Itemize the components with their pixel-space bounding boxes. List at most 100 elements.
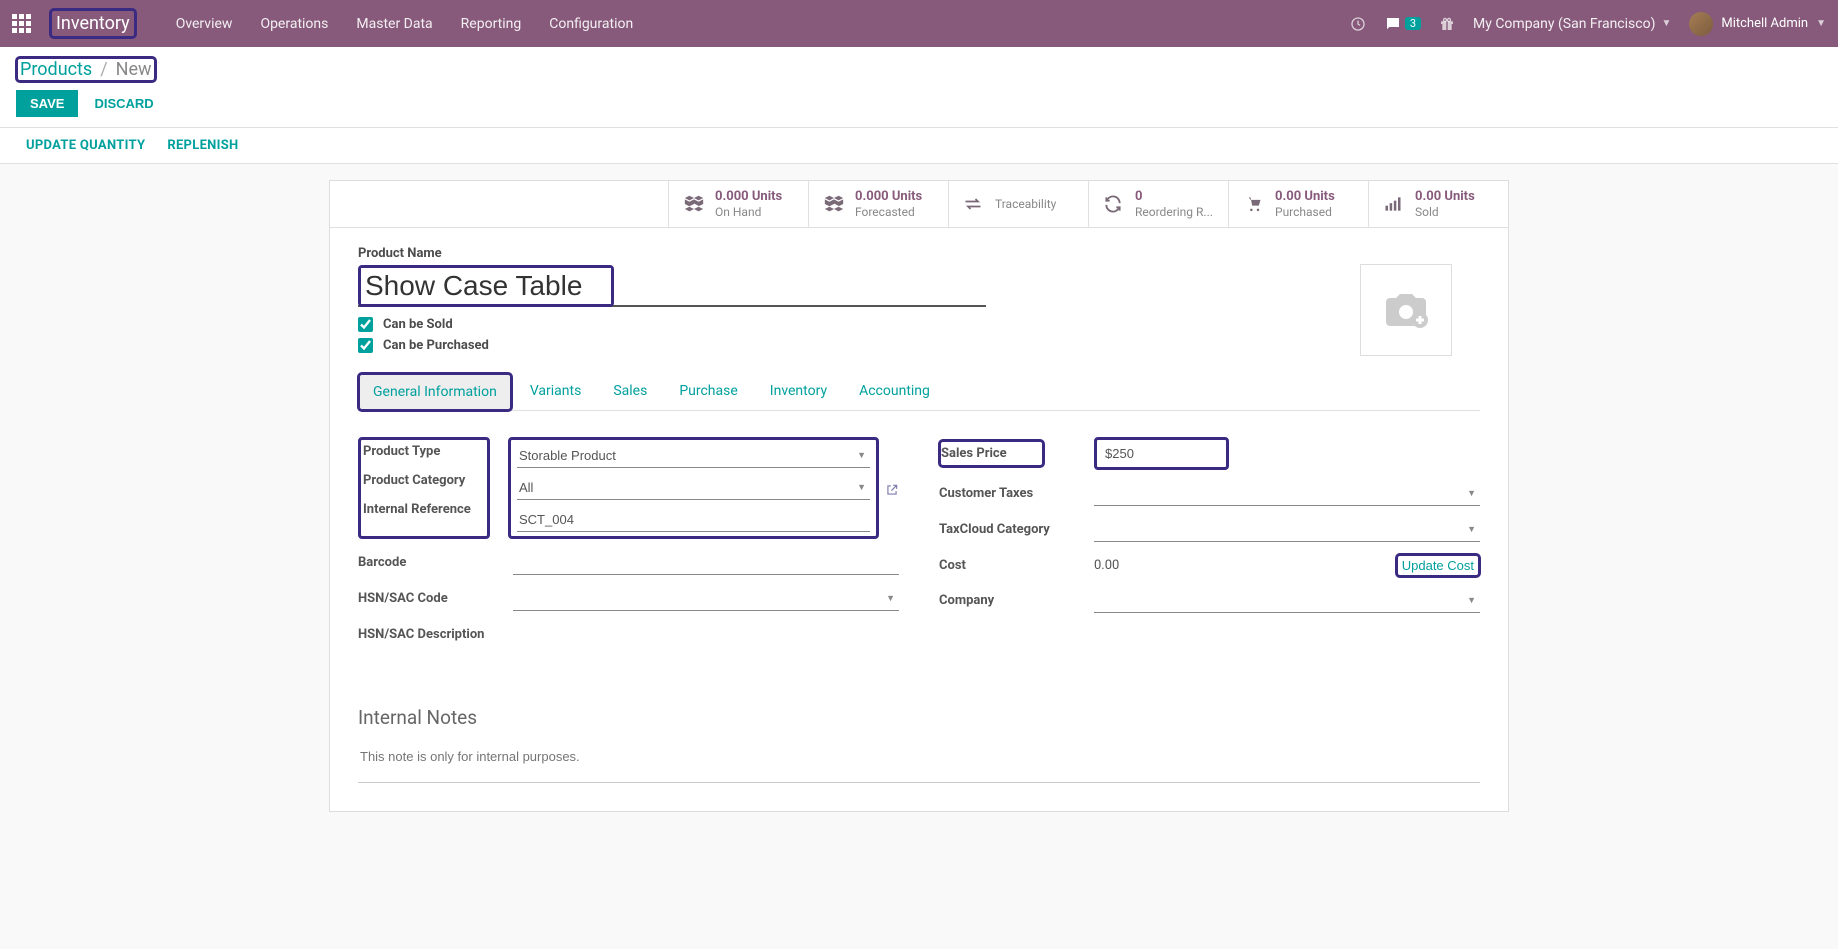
taxcloud-row: TaxCloud Category ▼: [939, 518, 1480, 542]
subaction-bar: UPDATE QUANTITY REPLENISH: [0, 127, 1838, 164]
can-be-purchased-label: Can be Purchased: [383, 338, 489, 353]
cost-label: Cost: [939, 558, 1094, 573]
chevron-down-icon: ▼: [1463, 595, 1480, 606]
breadcrumb-bar: Products / New SAVE DISCARD: [0, 47, 1838, 127]
hsn-code-select[interactable]: ▼: [513, 587, 899, 611]
hsn-desc-row: HSN/SAC Description: [358, 623, 899, 646]
product-type-label: Product Type: [363, 444, 485, 459]
can-be-sold-checkbox[interactable]: [358, 317, 373, 332]
clock-icon[interactable]: [1350, 16, 1366, 32]
taxcloud-select[interactable]: ▼: [1094, 518, 1480, 542]
product-name-input[interactable]: [361, 268, 611, 304]
cubes-icon: [683, 193, 705, 215]
bars-icon: [1383, 194, 1405, 214]
stat-traceability[interactable]: Traceability: [948, 181, 1088, 227]
stat-on-hand[interactable]: 0.000 UnitsOn Hand: [668, 181, 808, 227]
chevron-down-icon: ▼: [882, 593, 899, 604]
barcode-label: Barcode: [358, 555, 513, 570]
barcode-input[interactable]: [513, 551, 899, 575]
form-col-left: Product Type Product Category Internal R…: [358, 437, 899, 658]
nav-master-data[interactable]: Master Data: [356, 16, 432, 32]
topbar-right: 3 My Company (San Francisco)▼ Mitchell A…: [1350, 12, 1826, 36]
stat-buttons: 0.000 UnitsOn Hand 0.000 UnitsForecasted…: [330, 181, 1508, 228]
update-quantity-button[interactable]: UPDATE QUANTITY: [26, 138, 145, 153]
action-buttons: SAVE DISCARD: [16, 90, 1822, 127]
internal-notes-input[interactable]: [358, 743, 1480, 783]
update-cost-button[interactable]: Update Cost: [1396, 554, 1480, 577]
internal-notes-section: Internal Notes: [358, 706, 1480, 783]
company-row: Company ▼: [939, 589, 1480, 613]
breadcrumb: Products / New: [16, 57, 156, 82]
internal-notes-title: Internal Notes: [358, 706, 1480, 729]
chevron-down-icon: ▼: [853, 450, 870, 461]
nav-overview[interactable]: Overview: [176, 16, 233, 32]
tab-variants[interactable]: Variants: [516, 373, 596, 410]
product-name-label: Product Name: [358, 246, 1480, 261]
can-be-purchased-row: Can be Purchased: [358, 338, 1480, 353]
barcode-row: Barcode: [358, 551, 899, 575]
gift-icon[interactable]: [1439, 16, 1455, 32]
form-grid: Product Type Product Category Internal R…: [358, 437, 1480, 658]
sales-price-input[interactable]: [1103, 442, 1220, 465]
form-sheet: 0.000 UnitsOn Hand 0.000 UnitsForecasted…: [329, 180, 1509, 812]
can-be-sold-label: Can be Sold: [383, 317, 453, 332]
replenish-button[interactable]: REPLENISH: [167, 138, 238, 153]
app-brand[interactable]: Inventory: [50, 9, 136, 38]
customer-taxes-row: Customer Taxes ▼: [939, 482, 1480, 506]
top-nav: Overview Operations Master Data Reportin…: [176, 16, 634, 32]
stat-purchased[interactable]: 0.00 UnitsPurchased: [1228, 181, 1368, 227]
chevron-down-icon: ▼: [1463, 488, 1480, 499]
topbar: Inventory Overview Operations Master Dat…: [0, 0, 1838, 47]
nav-configuration[interactable]: Configuration: [549, 16, 633, 32]
stat-forecasted[interactable]: 0.000 UnitsForecasted: [808, 181, 948, 227]
tab-inventory[interactable]: Inventory: [756, 373, 841, 410]
breadcrumb-products[interactable]: Products: [20, 59, 92, 80]
form-col-right: Sales Price Customer Taxes ▼ TaxCloud Ca…: [939, 437, 1480, 658]
product-category-label: Product Category: [363, 473, 485, 488]
avatar: [1689, 12, 1713, 36]
hsn-code-row: HSN/SAC Code ▼: [358, 587, 899, 611]
chevron-down-icon: ▼: [1463, 524, 1480, 535]
discard-button[interactable]: DISCARD: [94, 96, 153, 111]
cubes-icon: [823, 193, 845, 215]
hsn-code-label: HSN/SAC Code: [358, 591, 513, 606]
breadcrumb-sep: /: [100, 59, 107, 80]
form-header: Product Name Can be Sold Can be Purchase…: [358, 246, 1480, 353]
external-link-icon[interactable]: [885, 483, 899, 497]
product-type-select[interactable]: ▼: [517, 444, 870, 468]
sales-price-row: Sales Price: [939, 437, 1480, 470]
tab-sales[interactable]: Sales: [599, 373, 661, 410]
company-label: Company: [939, 593, 1094, 608]
cost-value: 0.00: [1094, 558, 1119, 573]
nav-reporting[interactable]: Reporting: [461, 16, 522, 32]
company-selector[interactable]: My Company (San Francisco)▼: [1473, 16, 1671, 32]
can-be-purchased-checkbox[interactable]: [358, 338, 373, 353]
save-button[interactable]: SAVE: [16, 90, 78, 117]
cart-icon: [1243, 194, 1265, 214]
messages-icon[interactable]: 3: [1384, 15, 1421, 33]
product-image-upload[interactable]: [1360, 264, 1452, 356]
form-body: Product Name Can be Sold Can be Purchase…: [330, 228, 1508, 811]
product-category-select[interactable]: ▼: [517, 476, 870, 500]
chevron-down-icon: ▼: [853, 482, 870, 493]
nav-operations[interactable]: Operations: [260, 16, 328, 32]
tab-general-info[interactable]: General Information: [358, 373, 512, 411]
can-be-sold-row: Can be Sold: [358, 317, 1480, 332]
customer-taxes-select[interactable]: ▼: [1094, 482, 1480, 506]
hsn-desc-label: HSN/SAC Description: [358, 627, 513, 642]
tab-purchase[interactable]: Purchase: [665, 373, 751, 410]
stat-sold[interactable]: 0.00 UnitsSold: [1368, 181, 1508, 227]
hsn-desc-input[interactable]: [513, 623, 899, 646]
stat-reordering[interactable]: 0Reordering R...: [1088, 181, 1228, 227]
tab-accounting[interactable]: Accounting: [845, 373, 944, 410]
apps-icon[interactable]: [12, 14, 32, 34]
customer-taxes-label: Customer Taxes: [939, 486, 1094, 501]
tabs: General Information Variants Sales Purch…: [358, 373, 1480, 411]
cost-row: Cost 0.00 Update Cost: [939, 554, 1480, 577]
internal-ref-input[interactable]: [517, 508, 870, 532]
sales-price-label: Sales Price: [939, 440, 1044, 467]
refresh-icon: [1103, 194, 1125, 214]
company-select[interactable]: ▼: [1094, 589, 1480, 613]
messages-badge: 3: [1405, 17, 1421, 30]
user-menu[interactable]: Mitchell Admin▼: [1689, 12, 1826, 36]
